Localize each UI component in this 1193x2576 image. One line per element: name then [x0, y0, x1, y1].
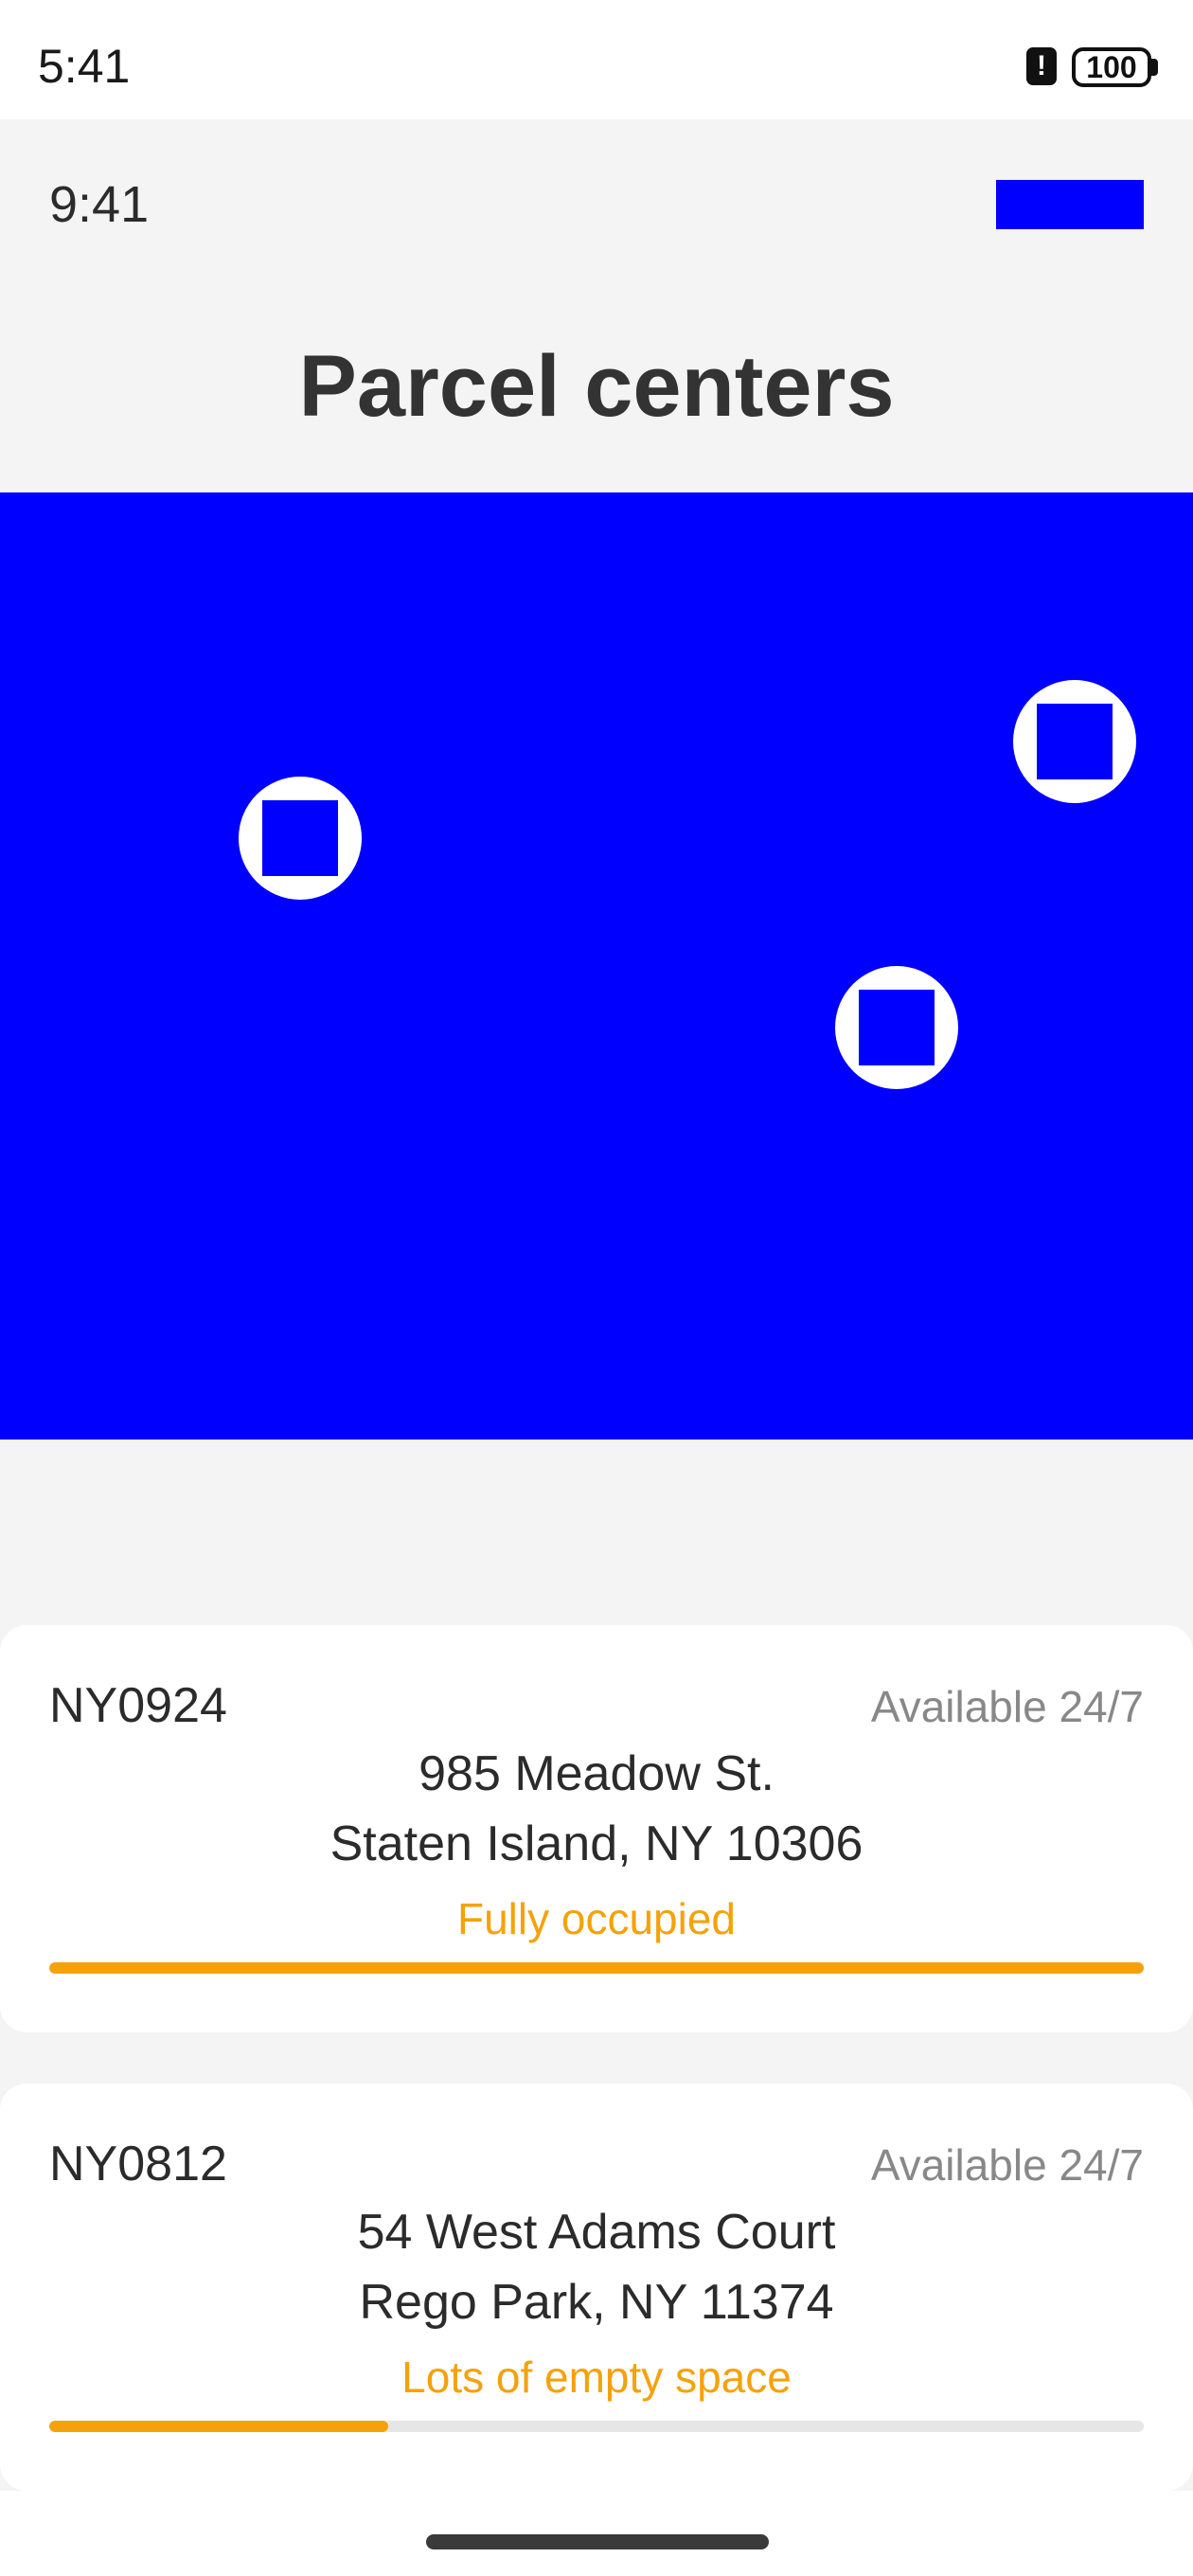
battery-tip	[1151, 59, 1158, 76]
battery-icon: 100	[1072, 47, 1151, 87]
parcel-center-card[interactable]: NY0812 Available 24/7 54 West Adams Cour…	[0, 2084, 1193, 2491]
parcel-pin-icon[interactable]	[239, 777, 362, 900]
system-status-bar: 5:41 ! 100	[0, 0, 1193, 119]
availability-label: Available 24/7	[870, 2140, 1144, 2190]
pin-marker	[1037, 704, 1113, 779]
header-action-button[interactable]	[996, 180, 1144, 229]
home-indicator[interactable]	[426, 2534, 769, 2549]
alert-icon: !	[1026, 47, 1057, 85]
availability-label: Available 24/7	[870, 1682, 1144, 1731]
parcel-map[interactable]	[0, 492, 1193, 1440]
system-clock: 5:41	[38, 40, 131, 93]
pin-marker	[262, 800, 338, 876]
center-address: 54 West Adams Court Rego Park, NY 11374	[0, 2197, 1193, 2337]
occupancy-status: Lots of empty space	[401, 2352, 792, 2402]
center-id: NY0924	[49, 1678, 227, 1733]
app-header: 9:41 Parcel centers	[0, 119, 1193, 492]
parcel-pin-icon[interactable]	[835, 966, 958, 1089]
page-title: Parcel centers	[298, 338, 895, 435]
center-id: NY0812	[49, 2137, 227, 2191]
pin-marker	[859, 990, 935, 1065]
address-line-1: 54 West Adams Court	[357, 2205, 836, 2260]
app-clock: 9:41	[49, 176, 150, 233]
occupancy-status: Fully occupied	[456, 1894, 737, 1943]
occupancy-bar	[49, 1962, 1144, 1974]
address-line-1: 985 Meadow St.	[418, 1746, 775, 1801]
occupancy-bar-fill	[49, 2421, 389, 2432]
address-line-2: Staten Island, NY 10306	[329, 1816, 864, 1871]
address-line-2: Rego Park, NY 11374	[359, 2275, 834, 2330]
parcel-center-card[interactable]: NY0924 Available 24/7 985 Meadow St. Sta…	[0, 1625, 1193, 2032]
occupancy-bar	[49, 2421, 1144, 2432]
navigation-bar	[0, 2491, 1193, 2576]
occupancy-bar-fill	[49, 1962, 1144, 1974]
center-address: 985 Meadow St. Staten Island, NY 10306	[0, 1739, 1193, 1879]
parcel-pin-icon[interactable]	[1013, 680, 1136, 803]
